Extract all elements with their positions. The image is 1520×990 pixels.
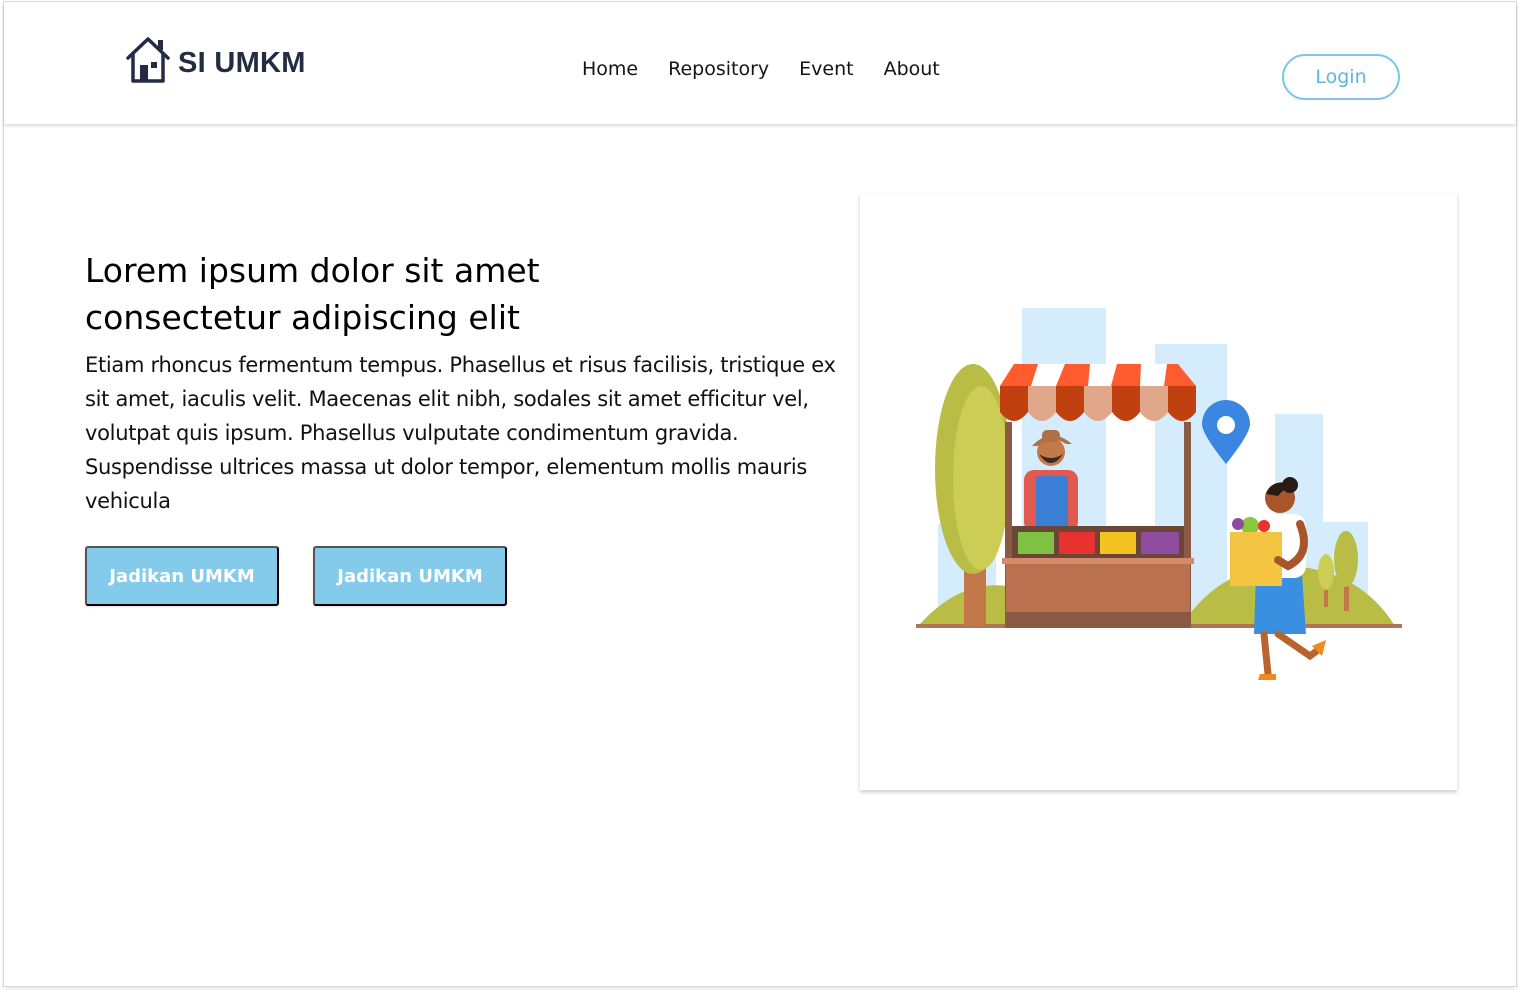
brand-name: SI UMKM <box>178 46 306 79</box>
nav-link-about[interactable]: About <box>884 58 940 80</box>
awning-scallop <box>1000 386 1028 421</box>
tree-canopy <box>1334 531 1358 587</box>
jadikan-umkm-button-2[interactable]: Jadikan UMKM <box>313 546 507 606</box>
awning-scallop <box>1140 386 1168 421</box>
nav-link-event[interactable]: Event <box>799 58 853 80</box>
vendor-apron <box>1036 476 1068 534</box>
hero-title-line-2: consectetur adipiscing elit <box>85 298 520 337</box>
produce-eggplant <box>1232 518 1244 530</box>
market-stall-illustration <box>916 308 1402 680</box>
awning-scallop <box>1028 386 1056 421</box>
house-icon <box>126 37 170 83</box>
vendor-hat-crown <box>1042 430 1060 442</box>
tree-canopy <box>1318 554 1334 590</box>
awning-scallop <box>1168 386 1196 421</box>
shopper-leg <box>1260 630 1272 678</box>
jadikan-umkm-button-1[interactable]: Jadikan UMKM <box>85 546 279 606</box>
navbar: SI UMKM Home Repository Event About Logi… <box>4 2 1516 124</box>
page-frame: SI UMKM Home Repository Event About Logi… <box>4 2 1516 986</box>
shopper-shoe <box>1258 674 1276 680</box>
awning-scallop <box>1084 386 1112 421</box>
brand-logo[interactable]: SI UMKM <box>124 34 306 86</box>
hero-description: Etiam rhoncus fermentum tempus. Phasellu… <box>85 353 836 513</box>
location-pin-dot <box>1217 416 1235 434</box>
produce-crate <box>1141 532 1179 554</box>
login-button[interactable]: Login <box>1282 54 1400 100</box>
main-nav: Home Repository Event About <box>582 58 970 80</box>
hero-illustration-card <box>860 194 1457 790</box>
counter-stripe <box>1006 612 1190 628</box>
produce-crate <box>1018 532 1054 554</box>
tree-canopy <box>953 386 1009 570</box>
shopper-leg <box>1274 630 1322 661</box>
nav-link-home[interactable]: Home <box>582 58 638 80</box>
produce-crate <box>1059 532 1095 554</box>
produce-crate <box>1100 532 1136 554</box>
produce-tomato <box>1258 520 1270 532</box>
awning-scallop <box>1056 386 1084 421</box>
hero-title: Lorem ipsum dolor sit amet consectetur a… <box>85 247 785 341</box>
counter-top <box>1002 558 1194 564</box>
awning-scallop <box>1112 386 1140 421</box>
hero-title-line-1: Lorem ipsum dolor sit amet <box>85 251 540 290</box>
nav-link-repository[interactable]: Repository <box>668 58 769 80</box>
